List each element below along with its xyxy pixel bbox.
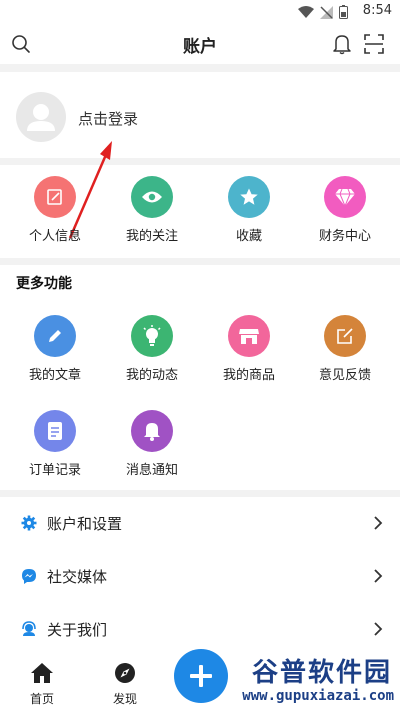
more-item-orders[interactable]: 订单记录 [7, 410, 103, 478]
messenger-icon [20, 567, 38, 585]
gear-icon [20, 514, 38, 532]
more-item-label: 意见反馈 [318, 368, 371, 383]
more-item-label: 我的商品 [222, 368, 275, 383]
star-icon [228, 176, 270, 218]
more-item-label: 我的文章 [28, 368, 81, 383]
watermark-title: 谷普软件园 [251, 658, 392, 688]
more-item-label: 我的动态 [125, 368, 178, 383]
quick-item-finance[interactable]: 财务中心 [297, 176, 393, 244]
more-item-notifications[interactable]: 消息通知 [104, 410, 200, 478]
status-bar: 8:54 [0, 0, 400, 24]
tab-label: 首页 [29, 692, 54, 706]
compass-icon [115, 663, 135, 683]
menu-item-social-media[interactable]: 社交媒体 [0, 550, 400, 603]
more-item-label: 订单记录 [28, 463, 81, 478]
lightbulb-icon [131, 315, 173, 357]
tab-home[interactable]: 首页 [17, 662, 67, 707]
menu-item-label: 关于我们 [47, 621, 108, 639]
document-icon [34, 410, 76, 452]
bell-icon[interactable] [330, 32, 354, 56]
wifi-icon [298, 5, 314, 18]
menu-item-account-settings[interactable]: 账户和设置 [0, 497, 400, 550]
tab-discover[interactable]: 发现 [100, 662, 150, 707]
watermark-url: www.gupuxiazai.com [242, 688, 394, 704]
quick-item-profile[interactable]: 个人信息 [7, 176, 103, 244]
feedback-icon [324, 315, 366, 357]
battery-icon [339, 5, 348, 19]
tab-label: 发现 [112, 692, 137, 706]
login-link[interactable]: 点击登录 [78, 108, 138, 129]
menu-item-label: 社交媒体 [47, 568, 108, 586]
app-header: 账户 [0, 24, 400, 64]
edit-icon [34, 176, 76, 218]
bell-icon [131, 410, 173, 452]
quick-item-label: 我的关注 [125, 229, 178, 244]
support-icon [20, 620, 38, 638]
home-icon [31, 663, 53, 683]
chevron-right-icon [374, 516, 383, 530]
quick-item-label: 收藏 [235, 229, 262, 244]
divider [0, 490, 400, 497]
status-icons [298, 5, 348, 19]
watermark: 谷普软件园 www.gupuxiazai.com [218, 652, 398, 710]
pencil-icon [34, 315, 76, 357]
chevron-right-icon [374, 622, 383, 636]
avatar[interactable] [16, 92, 66, 142]
diamond-icon [324, 176, 366, 218]
chevron-right-icon [374, 569, 383, 583]
quick-item-label: 个人信息 [28, 229, 81, 244]
more-item-label: 消息通知 [125, 463, 178, 478]
shop-icon [228, 315, 270, 357]
more-item-products[interactable]: 我的商品 [201, 315, 297, 383]
more-item-feedback[interactable]: 意见反馈 [297, 315, 393, 383]
signal-off-icon [320, 5, 333, 19]
divider [0, 64, 400, 72]
plus-icon [190, 665, 212, 687]
quick-item-label: 财务中心 [318, 229, 371, 244]
more-item-articles[interactable]: 我的文章 [7, 315, 103, 383]
divider [0, 258, 400, 265]
menu-item-label: 账户和设置 [47, 515, 123, 533]
quick-item-following[interactable]: 我的关注 [104, 176, 200, 244]
scan-icon[interactable] [362, 32, 386, 56]
quick-item-favorites[interactable]: 收藏 [201, 176, 297, 244]
section-title: 更多功能 [16, 276, 72, 292]
more-item-moments[interactable]: 我的动态 [104, 315, 200, 383]
eye-icon [131, 176, 173, 218]
status-time: 8:54 [362, 3, 392, 18]
